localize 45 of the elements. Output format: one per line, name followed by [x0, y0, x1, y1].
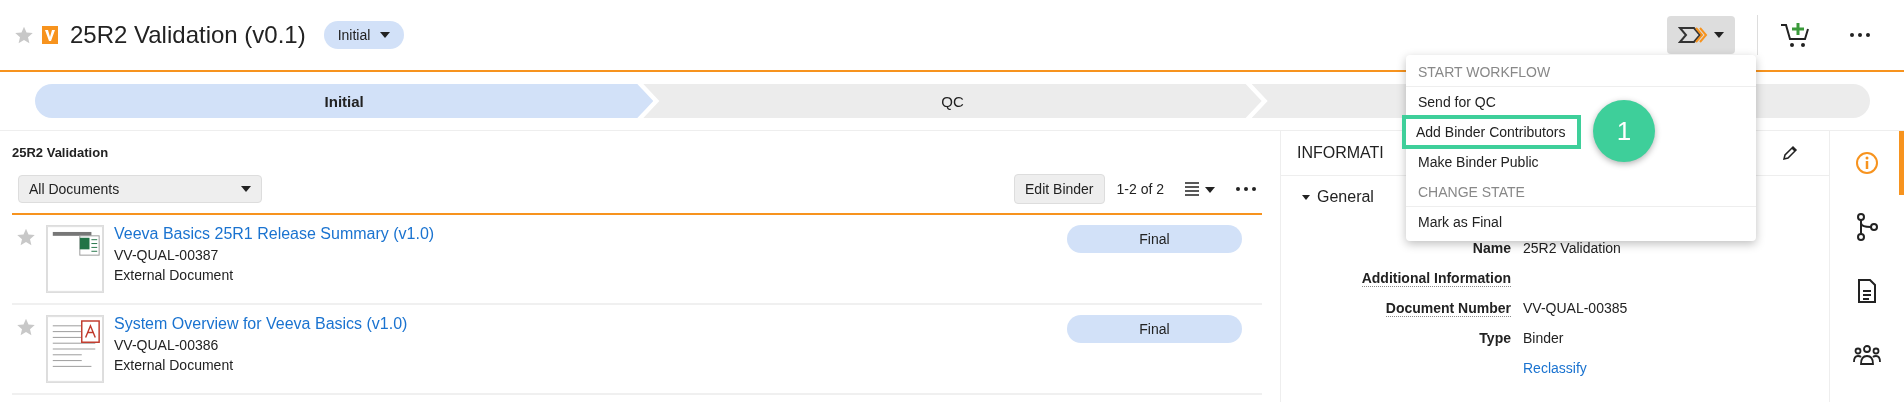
document-number: VV-QUAL-00387 [114, 247, 220, 263]
document-type: External Document [114, 267, 235, 283]
field-value: VV-QUAL-00385 [1523, 300, 1628, 316]
spreadsheet-thumbnail[interactable] [46, 225, 104, 293]
field-label: Document Number [1385, 300, 1511, 317]
document-link[interactable]: System Overview for Veeva Basics (v1.0) [114, 315, 1057, 333]
chevrons-icon [1678, 25, 1708, 45]
add-to-cart-icon[interactable] [1780, 21, 1812, 49]
star-icon[interactable] [16, 227, 36, 247]
pencil-icon[interactable] [1781, 144, 1799, 162]
panel-heading: INFORMATI [1297, 144, 1384, 162]
field-value: 25R2 Validation [1523, 240, 1621, 256]
status-dropdown[interactable]: Initial [323, 21, 405, 49]
status-pill: Final [1067, 225, 1242, 253]
edit-binder-button[interactable]: Edit Binder [1014, 174, 1105, 204]
menu-item[interactable]: Add Binder Contributors [1404, 117, 1580, 147]
reclassify-link[interactable]: Reclassify [1523, 360, 1829, 376]
branch-icon [1855, 213, 1879, 241]
field-label: Type [1479, 330, 1511, 346]
binder-title: 25R2 Validation [12, 145, 110, 160]
status-pill: Final [1067, 315, 1242, 343]
info-icon [1855, 151, 1879, 175]
field-label: Additional Information [1361, 270, 1511, 287]
document-icon [1857, 278, 1877, 304]
workflow-button[interactable] [1667, 16, 1735, 54]
caret-icon[interactable] [1301, 192, 1311, 202]
filter-dropdown[interactable]: All Documents [18, 175, 262, 203]
menu-heading: CHANGE STATE [1406, 177, 1756, 207]
document-link[interactable]: Veeva Basics 25R1 Release Summary (v1.0) [114, 225, 1057, 243]
document-type: External Document [114, 357, 235, 373]
section-heading[interactable]: General [1317, 188, 1374, 206]
result-count: 1-2 of 2 [1116, 181, 1164, 197]
pdf-thumbnail[interactable] [46, 315, 104, 383]
document-number: VV-QUAL-00386 [114, 337, 220, 353]
star-icon[interactable] [14, 25, 34, 45]
field-value: Binder [1523, 330, 1564, 346]
stage-step[interactable]: QC [643, 84, 1262, 118]
menu-item[interactable]: Mark as Final [1406, 207, 1756, 237]
people-icon [1853, 344, 1881, 366]
view-options-icon[interactable] [1184, 181, 1218, 197]
document-title: 25R2 Validation (v0.1) [70, 21, 306, 49]
star-icon[interactable] [16, 317, 36, 337]
field-label: Name [1472, 240, 1511, 256]
stage-step[interactable]: Initial [35, 84, 654, 118]
menu-heading: START WORKFLOW [1406, 57, 1756, 87]
